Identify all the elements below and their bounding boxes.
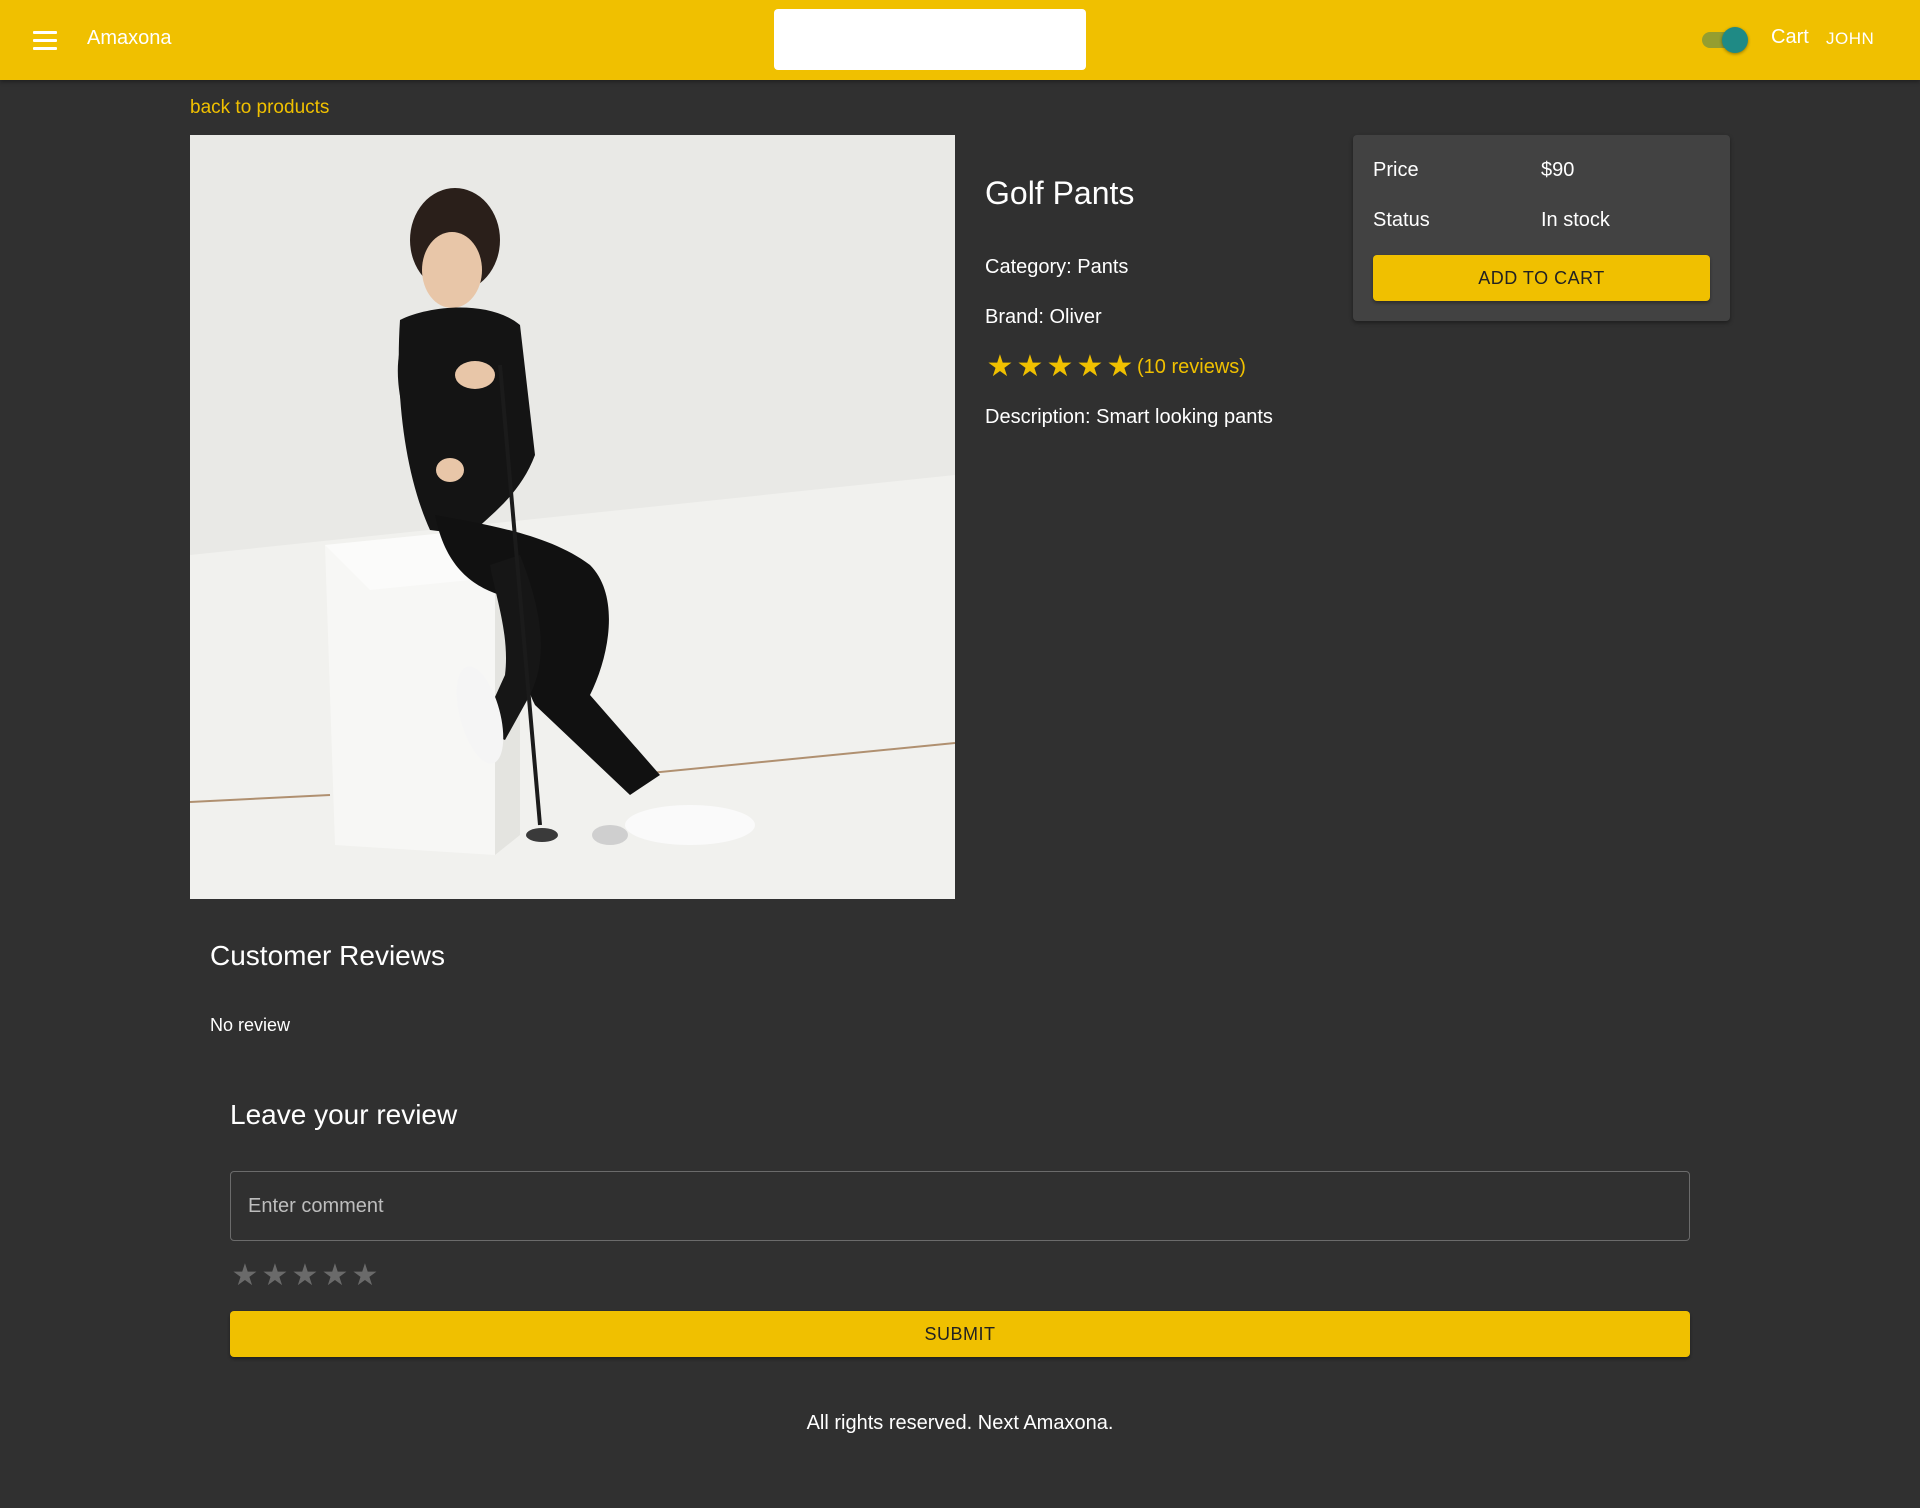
star-filled-icon: ★ [1106, 350, 1134, 383]
app-bar: Amaxona Cart JOHN [0, 0, 1920, 80]
status-value: In stock [1541, 209, 1610, 231]
product-rating: ★ ★ ★ ★ ★ (10 reviews) [985, 352, 1246, 382]
add-to-cart-button[interactable]: ADD TO CART [1373, 255, 1710, 301]
price-label: Price [1373, 159, 1419, 181]
brand-link[interactable]: Amaxona [87, 27, 172, 50]
star-empty-icon[interactable]: ★ [320, 1260, 350, 1292]
cart-link[interactable]: Cart [1771, 26, 1809, 49]
no-review-text: No review [210, 1015, 291, 1035]
price-value: $90 [1541, 159, 1575, 181]
footer-text: All rights reserved. Next Amaxona. [806, 1412, 1114, 1434]
star-filled-icon: ★ [986, 350, 1014, 383]
hamburger-menu-icon[interactable] [28, 24, 62, 56]
price-card: Price $90 Status In stock ADD TO CART [1353, 135, 1730, 321]
status-label: Status [1373, 209, 1430, 231]
back-to-products-link[interactable]: back to products [190, 97, 329, 119]
star-empty-icon[interactable]: ★ [350, 1260, 380, 1292]
menu-line [33, 30, 57, 34]
product-category: Category: Pants [985, 256, 1129, 278]
product-photo [190, 135, 955, 899]
star-filled-icon: ★ [1016, 350, 1044, 383]
product-title: Golf Pants [985, 175, 1135, 211]
product-description: Description: Smart looking pants [985, 406, 1273, 428]
leave-review-heading: Leave your review [230, 1099, 458, 1130]
star-empty-icon[interactable]: ★ [290, 1260, 320, 1292]
theme-toggle-switch[interactable] [1700, 27, 1750, 53]
toggle-thumb [1722, 27, 1748, 53]
star-empty-icon[interactable]: ★ [260, 1260, 290, 1292]
review-rating-input[interactable]: ★ ★ ★ ★ ★ [230, 1260, 380, 1292]
search-input[interactable] [774, 9, 1086, 70]
product-image [190, 135, 955, 899]
menu-line [33, 38, 57, 42]
star-filled-icon: ★ [1076, 350, 1104, 383]
star-empty-icon[interactable]: ★ [230, 1260, 260, 1292]
comment-input[interactable] [230, 1171, 1690, 1241]
product-brand: Brand: Oliver [985, 306, 1102, 328]
user-menu-button[interactable]: JOHN [1826, 29, 1874, 49]
star-filled-icon: ★ [1046, 350, 1074, 383]
menu-line [33, 46, 57, 50]
submit-review-button[interactable]: SUBMIT [230, 1311, 1690, 1357]
customer-reviews-heading: Customer Reviews [210, 940, 445, 971]
reviews-count-link[interactable]: (10 reviews) [1137, 356, 1246, 379]
